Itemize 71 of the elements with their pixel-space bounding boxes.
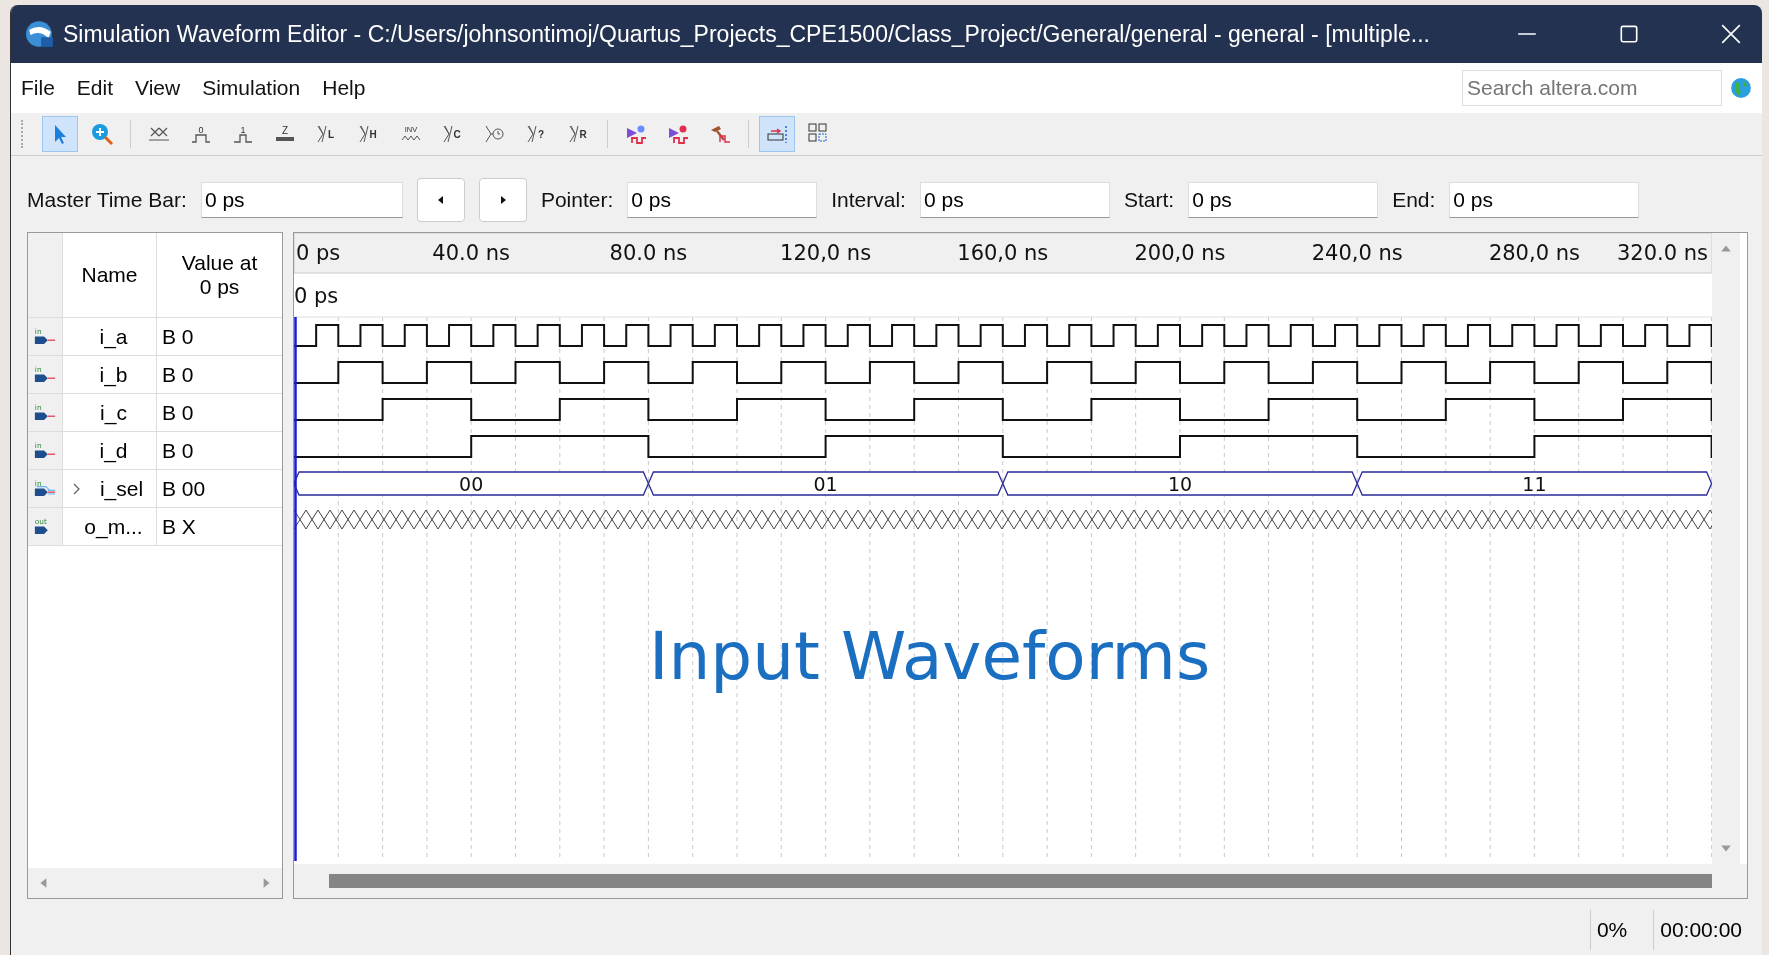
toolbar-button[interactable]: 0 <box>183 116 219 152</box>
time-field[interactable]: 0 ps <box>200 182 403 218</box>
previous-button[interactable] <box>416 178 465 222</box>
bus-value: 01 <box>813 473 838 495</box>
toolbar-button[interactable]: 1 <box>225 116 261 152</box>
maximize-icon[interactable] <box>1618 23 1640 45</box>
globe-icon[interactable] <box>1730 77 1752 99</box>
bus-value: 10 <box>1167 473 1193 495</box>
signal-name[interactable]: i_c <box>100 400 127 425</box>
menu-item[interactable]: File <box>21 76 55 100</box>
progress-text: 0% <box>1589 910 1628 950</box>
next-button[interactable] <box>478 178 527 222</box>
signal-value: B X <box>156 508 282 545</box>
pointer-tool-button[interactable] <box>42 116 78 152</box>
tick-label: 320.0 ns <box>1616 241 1708 265</box>
signal-value: B 0 <box>156 318 282 355</box>
tick-label: 40.0 ns <box>432 241 511 265</box>
app-icon <box>25 19 55 49</box>
tick-label: 160,0 ns <box>957 241 1049 265</box>
menu-item[interactable]: Edit <box>76 76 114 100</box>
time-field[interactable]: 0 ps <box>1449 182 1640 218</box>
tick-label: 0 ps <box>296 241 341 265</box>
column-header: Name <box>62 233 156 317</box>
field-label: End: <box>1392 188 1436 212</box>
toolbar-button[interactable]: L <box>309 116 345 152</box>
signal-value: B 0 <box>156 432 282 469</box>
signal-name[interactable]: i_b <box>99 362 128 387</box>
time-cursor[interactable] <box>294 317 297 861</box>
field-label: Start: <box>1123 188 1175 212</box>
bus-value: 00 <box>459 473 484 495</box>
column-header: Value at 0 ps <box>156 233 282 317</box>
menu-item[interactable]: View <box>135 76 181 100</box>
signal-name[interactable]: i_sel <box>99 476 144 501</box>
left-triangle-icon <box>436 195 445 205</box>
signal-name[interactable]: i_d <box>99 438 128 463</box>
tick-label: 200,0 ns <box>1134 241 1226 265</box>
toolbar-button[interactable] <box>759 116 795 152</box>
zoom-in-icon <box>90 121 114 147</box>
scrollbar-thumb[interactable] <box>329 874 1712 888</box>
toolbar-button[interactable]: H <box>351 116 387 152</box>
right-triangle-icon <box>498 195 507 205</box>
toolbar-button[interactable]: Z <box>267 116 303 152</box>
signal-value: B 0 <box>156 394 282 431</box>
time-marker-label: 0 ps <box>294 284 339 308</box>
field-label: Master Time Bar: <box>27 188 187 212</box>
time-field[interactable]: 0 ps <box>919 182 1110 218</box>
menu-item[interactable]: Help <box>322 76 366 100</box>
close-icon[interactable] <box>1720 23 1742 45</box>
time-ruler[interactable] <box>294 233 1712 274</box>
signal-value: B 0 <box>156 356 282 393</box>
bus-value: 11 <box>1522 473 1547 495</box>
toolbar-button[interactable]: ? <box>519 116 555 152</box>
annotation-text: Input Waveforms <box>649 618 1211 695</box>
signal-value: B 00 <box>156 470 282 507</box>
expand-icon[interactable] <box>71 481 81 496</box>
tick-label: 80.0 ns <box>609 241 688 265</box>
window-title: Simulation Waveform Editor - C:/Users/johnsontimoj/Quartus_Projects_CPE1500/Class_Project/General/general - general - [multiple... <box>63 20 1431 48</box>
field-label: Pointer: <box>540 188 614 212</box>
search-field[interactable]: Search altera.com <box>1462 70 1722 106</box>
signal-name[interactable]: o_m... <box>84 514 143 539</box>
tick-label: 240,0 ns <box>1311 241 1403 265</box>
signal-name[interactable]: i_a <box>99 324 128 349</box>
time-field[interactable]: 0 ps <box>1188 182 1379 218</box>
elapsed-time: 00:00:00 <box>1653 910 1742 950</box>
menu-item[interactable]: Simulation <box>202 76 301 100</box>
toolbar-button[interactable]: R <box>561 116 597 152</box>
toolbar-button[interactable]: C <box>435 116 471 152</box>
tick-label: 280,0 ns <box>1488 241 1580 265</box>
tick-label: 120,0 ns <box>780 241 872 265</box>
time-field[interactable]: 0 ps <box>627 182 818 218</box>
field-label: Interval: <box>831 188 906 212</box>
